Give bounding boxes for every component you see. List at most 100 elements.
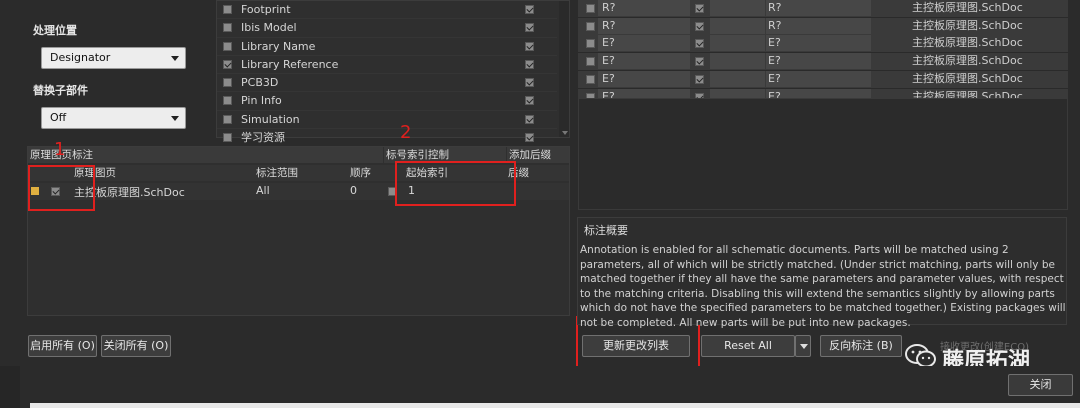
table-row[interactable]: R? R? 主控板原理图.SchDoc [578, 0, 1068, 18]
row-checkbox[interactable] [695, 74, 704, 84]
strict-checkbox[interactable] [525, 59, 534, 69]
footer-left-edge [0, 366, 20, 408]
param-checkbox[interactable] [223, 41, 232, 51]
table-row[interactable]: R? R? 主控板原理图.SchDoc [578, 17, 1068, 36]
chevron-down-icon [171, 116, 179, 121]
processing-location-label: 处理位置 [33, 24, 77, 37]
proposed-changes-grid: R? R? 主控板原理图.SchDoc R? R? 主控板原理图.SchDoc E? E? 主控… [578, 0, 1068, 107]
highlight-box-two [395, 161, 516, 206]
strict-checkbox[interactable] [525, 114, 534, 124]
param-list-item[interactable]: PCB3D [217, 74, 557, 93]
proposed-designator: E? [766, 70, 871, 87]
current-designator: R? [598, 0, 690, 16]
col-scope[interactable]: 标注范围 [256, 165, 298, 181]
row-checkbox[interactable] [695, 57, 704, 67]
param-label: Library Name [241, 39, 316, 53]
param-checkbox[interactable] [223, 114, 232, 124]
located-sheet: 主控板原理图.SchDoc [912, 18, 1023, 32]
strict-checkbox[interactable] [525, 5, 534, 14]
scroll-down-icon[interactable] [562, 131, 568, 135]
param-checkbox[interactable] [223, 96, 232, 106]
strict-checkbox[interactable] [525, 41, 534, 51]
param-label: Ibis Model [241, 21, 297, 35]
row-checkbox[interactable] [586, 74, 595, 84]
row-checkbox[interactable] [695, 39, 704, 49]
param-checkbox[interactable] [223, 133, 232, 143]
grid-empty-area [578, 98, 1068, 210]
proposed-designator: R? [766, 17, 871, 34]
strict-checkbox[interactable] [525, 133, 534, 143]
current-designator: E? [598, 53, 690, 70]
replace-subparts-label: 替换子部件 [33, 84, 88, 97]
param-label: Simulation [241, 112, 300, 126]
disable-all-button[interactable]: 关闭所有 (O) [101, 335, 171, 357]
footer-bar [0, 366, 1080, 408]
marker-one: 1 [54, 139, 66, 160]
replace-subparts-dropdown[interactable]: Off [41, 107, 186, 129]
param-list-item[interactable]: Pin Info [217, 92, 557, 111]
group-header-suffix: 添加后缀 [507, 147, 569, 163]
col-order[interactable]: 顺序 [350, 165, 371, 181]
row-checkbox[interactable] [586, 39, 595, 49]
param-label: Footprint [241, 3, 291, 16]
located-sheet: 主控板原理图.SchDoc [912, 71, 1023, 85]
chevron-down-icon [171, 56, 179, 61]
processing-location-value: Designator [50, 51, 111, 64]
close-button[interactable]: 关闭 [1008, 374, 1073, 396]
param-label: Library Reference [241, 57, 339, 71]
back-annotate-button[interactable]: 反向标注 (B) [820, 335, 902, 357]
param-list-item[interactable]: Ibis Model [217, 19, 557, 38]
summary-text: Annotation is enabled for all schematic … [580, 244, 1066, 329]
proposed-designator: E? [766, 35, 871, 52]
param-list-item[interactable]: Library Name [217, 38, 557, 56]
table-row[interactable]: E? E? 主控板原理图.SchDoc [578, 35, 1068, 54]
proposed-designator: E? [766, 53, 871, 70]
row-order[interactable]: 0 [350, 184, 357, 197]
spacer-cell [710, 70, 765, 87]
located-sheet: 主控板原理图.SchDoc [912, 36, 1023, 50]
param-label: Pin Info [241, 94, 282, 108]
row-checkbox[interactable] [695, 4, 704, 13]
current-designator: R? [598, 17, 690, 34]
row-scope[interactable]: All [256, 184, 270, 197]
table-row[interactable]: E? E? 主控板原理图.SchDoc [578, 53, 1068, 72]
param-label: PCB3D [241, 76, 279, 90]
list-scrollbar[interactable] [559, 1, 569, 137]
located-sheet: 主控板原理图.SchDoc [912, 1, 1023, 14]
replace-subparts-value: Off [50, 111, 67, 124]
strict-checkbox[interactable] [525, 23, 534, 33]
strict-checkbox[interactable] [525, 78, 534, 88]
spacer-cell [710, 17, 765, 34]
param-label: 学习资源 [241, 131, 285, 145]
spacer-cell [710, 53, 765, 70]
param-checkbox[interactable] [223, 5, 232, 14]
reset-all-button[interactable]: Reset All [701, 335, 795, 357]
spacer-cell [710, 35, 765, 52]
param-checkbox[interactable] [223, 78, 232, 88]
enable-all-button[interactable]: 启用所有 (O) [28, 335, 97, 357]
footer-light-strip [30, 403, 1080, 408]
param-list-item[interactable]: Simulation [217, 111, 557, 130]
matching-parameter-list: Footprint Ibis Model Library Name Library R… [216, 0, 570, 148]
group-header-sheets: 原理图页标注 [28, 147, 383, 163]
row-checkbox[interactable] [695, 21, 704, 31]
reset-all-dropdown[interactable] [795, 335, 811, 357]
row-checkbox[interactable] [586, 21, 595, 31]
chevron-down-icon [800, 344, 808, 349]
summary-title: 标注概要 [584, 224, 628, 237]
located-sheet: 主控板原理图.SchDoc [912, 54, 1023, 68]
param-checkbox[interactable] [223, 23, 232, 33]
current-designator: E? [598, 70, 690, 87]
row-checkbox[interactable] [586, 4, 595, 13]
processing-location-dropdown[interactable]: Designator [41, 47, 186, 69]
strict-checkbox[interactable] [525, 96, 534, 106]
param-list-item[interactable]: Library Reference [217, 56, 557, 75]
current-designator: E? [598, 35, 690, 52]
update-changes-list-button[interactable]: 更新更改列表 [582, 335, 690, 357]
param-checkbox[interactable] [223, 59, 232, 69]
param-list-item[interactable]: 学习资源 [217, 129, 557, 148]
proposed-designator: R? [766, 0, 871, 16]
param-list-item[interactable]: Footprint [217, 1, 557, 20]
table-row[interactable]: E? E? 主控板原理图.SchDoc [578, 70, 1068, 89]
row-checkbox[interactable] [586, 57, 595, 67]
